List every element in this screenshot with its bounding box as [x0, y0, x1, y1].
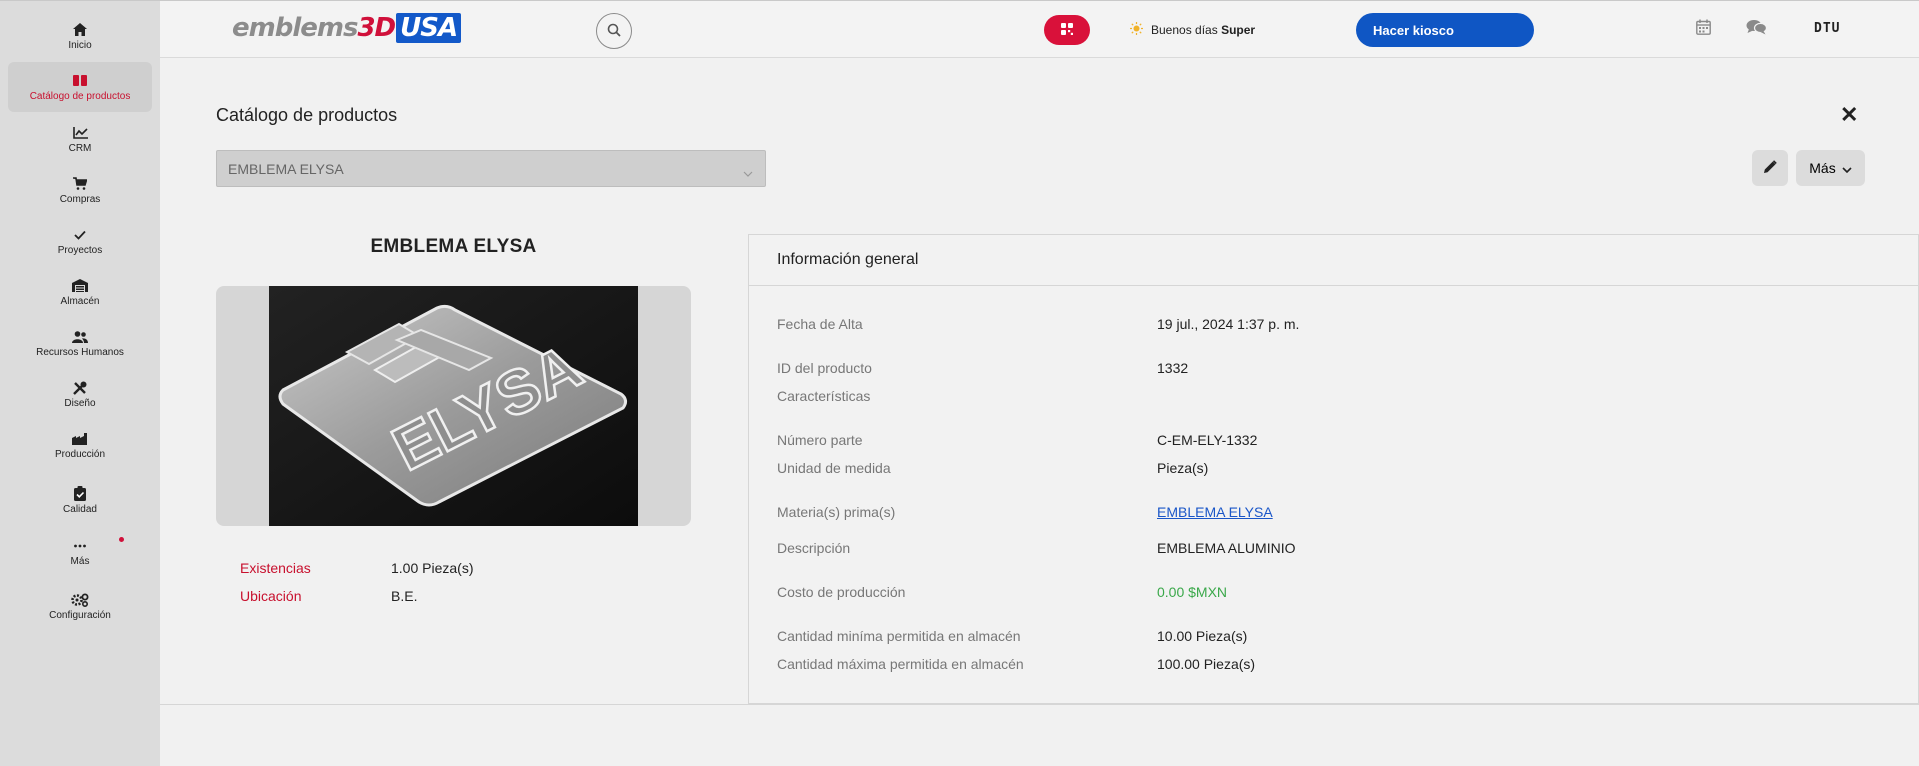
info-value-unidad: Pieza(s) [1157, 460, 1209, 476]
sidebar-item-label: Compras [59, 193, 101, 205]
location-value: B.E. [391, 588, 418, 604]
edit-button[interactable] [1752, 150, 1788, 186]
stock-value: 1.00 Pieza(s) [391, 560, 474, 576]
sidebar-item-label: CRM [68, 142, 92, 154]
greeting-text: Buenos días [1151, 23, 1218, 37]
factory-icon [71, 431, 89, 447]
general-info-panel: Información general Fecha de Alta 19 jul… [748, 234, 1919, 704]
sidebar-item-label: Recursos Humanos [36, 346, 124, 358]
info-label-numero-parte: Número parte [777, 432, 863, 448]
kiosk-button[interactable]: Hacer kiosco [1356, 13, 1534, 47]
close-icon[interactable]: ✕ [1840, 104, 1858, 126]
user-initials[interactable]: DTU [1814, 21, 1840, 36]
sidebar-item-proyectos[interactable]: Proyectos [8, 216, 152, 266]
calendar-icon[interactable] [1696, 19, 1711, 35]
info-value-cantidad-minima: 10.00 Pieza(s) [1157, 628, 1248, 644]
chart-line-icon [71, 125, 89, 141]
pencil-icon [1763, 159, 1777, 177]
qr-grid-icon [1061, 22, 1073, 38]
info-value-numero-parte: C-EM-ELY-1332 [1157, 432, 1258, 448]
greeting: Buenos días Super [1130, 22, 1255, 38]
sidebar-item-label: Catálogo de productos [29, 90, 131, 102]
chevron-down-icon [743, 164, 753, 180]
sun-icon [1130, 22, 1143, 38]
sidebar-item-recursos-humanos[interactable]: Recursos Humanos [8, 318, 152, 368]
sidebar-item-label: Calidad [63, 503, 97, 515]
info-label-descripcion: Descripción [777, 540, 851, 556]
info-value-costo: 0.00 $MXN [1157, 584, 1228, 600]
sidebar-item-diseno[interactable]: Diseño [8, 369, 152, 419]
sidebar-item-compras[interactable]: Compras [8, 165, 152, 215]
sidebar-item-label: Almacén [60, 295, 100, 307]
raw-material-link[interactable]: EMBLEMA ELYSA [1157, 504, 1273, 520]
location-label: Ubicación [240, 588, 302, 604]
info-value-id: 1332 [1157, 360, 1189, 376]
info-label-id: ID del producto [777, 360, 872, 376]
sidebar-item-almacen[interactable]: Almacén [8, 267, 152, 317]
info-label-cantidad-minima: Cantidad miníma permitida en almacén [777, 628, 1021, 644]
tools-icon [71, 380, 89, 396]
info-label-cantidad-maxima: Cantidad máxima permitida en almacén [777, 656, 1024, 672]
product-image: ELYSA [216, 286, 691, 526]
gears-icon [71, 592, 89, 608]
more-label: Más [1809, 160, 1836, 176]
info-label-caracteristicas: Características [777, 388, 871, 404]
chevron-down-icon [1842, 160, 1852, 176]
product-select[interactable]: EMBLEMA ELYSA [216, 150, 766, 187]
product-select-value: EMBLEMA ELYSA [228, 160, 344, 177]
clipboard-check-icon [71, 486, 89, 502]
info-label-costo: Costo de producción [777, 584, 906, 600]
top-header: emblems3D USA Buenos días Super Hacer kio… [160, 0, 1919, 58]
sidebar-item-calidad[interactable]: Calidad [8, 475, 152, 525]
page-title: Catálogo de productos [216, 105, 398, 125]
logo-text-usa: USA [396, 13, 462, 43]
product-photo: ELYSA [269, 286, 638, 526]
sidebar-item-label: Inicio [68, 39, 92, 51]
sidebar-item-catalogo[interactable]: Catálogo de productos [8, 62, 152, 112]
divider [160, 704, 1919, 705]
info-label-fecha-alta: Fecha de Alta [777, 316, 863, 332]
apps-button[interactable] [1044, 15, 1090, 45]
ellipsis-icon [71, 538, 89, 554]
more-dropdown-button[interactable]: Más [1796, 150, 1865, 186]
notification-dot [119, 537, 124, 542]
logo-text-3d: 3D [357, 13, 396, 43]
info-label-materia-prima: Materia(s) prima(s) [777, 504, 896, 520]
info-value-descripcion: EMBLEMA ALUMINIO [1157, 540, 1296, 556]
home-icon [71, 22, 89, 38]
panel-title: Información general [749, 235, 1918, 286]
sidebar-item-inicio[interactable]: Inicio [8, 11, 152, 61]
emblem-illustration: ELYSA [269, 286, 638, 526]
search-icon [607, 23, 621, 40]
chat-icon[interactable] [1746, 19, 1767, 35]
user-name: Super [1221, 23, 1256, 37]
check-icon [71, 227, 89, 243]
search-button[interactable] [596, 13, 632, 49]
sidebar-item-label: Más [70, 555, 90, 567]
sidebar-item-label: Proyectos [57, 244, 103, 256]
logo-text-main: emblems [232, 13, 358, 43]
users-icon [71, 329, 89, 345]
sidebar-item-label: Diseño [64, 397, 96, 409]
warehouse-icon [71, 278, 89, 294]
cart-icon [71, 176, 89, 192]
sidebar: Inicio Catálogo de productos CRM Compras… [0, 0, 160, 766]
product-name: EMBLEMA ELYSA [370, 236, 537, 257]
app-logo[interactable]: emblems3D USA [232, 13, 462, 43]
info-value-fecha-alta: 19 jul., 2024 1:37 p. m. [1157, 316, 1300, 332]
sidebar-item-mas[interactable]: Más [8, 527, 152, 577]
sidebar-item-label: Producción [54, 448, 106, 460]
sidebar-item-configuracion[interactable]: Configuración [8, 581, 152, 631]
stock-label: Existencias [240, 560, 311, 576]
book-icon [71, 73, 89, 89]
sidebar-item-produccion[interactable]: Producción [8, 420, 152, 470]
sidebar-item-label: Configuración [49, 609, 111, 621]
sidebar-item-crm[interactable]: CRM [8, 114, 152, 164]
info-label-unidad: Unidad de medida [777, 460, 891, 476]
info-value-cantidad-maxima: 100.00 Pieza(s) [1157, 656, 1256, 672]
